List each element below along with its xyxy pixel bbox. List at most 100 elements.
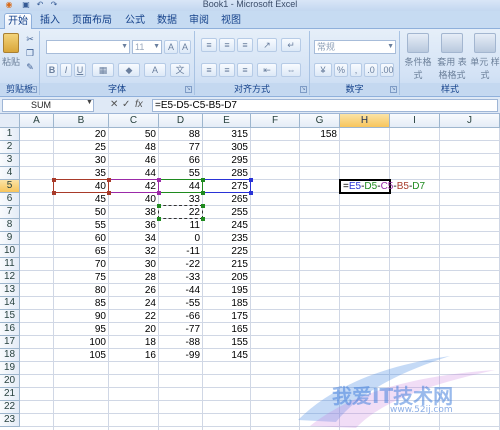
align-left-button[interactable]: ≡ xyxy=(201,63,217,77)
row-header-17[interactable]: 17 xyxy=(0,336,20,349)
cell-D15[interactable]: -66 xyxy=(159,310,203,323)
cell-D2[interactable]: 77 xyxy=(159,141,203,154)
cell-B2[interactable]: 25 xyxy=(54,141,109,154)
row-header-7[interactable]: 7 xyxy=(0,206,20,219)
cell-D16[interactable]: -77 xyxy=(159,323,203,336)
copy-icon[interactable]: ❐ xyxy=(24,47,36,59)
cut-icon[interactable]: ✂ xyxy=(24,33,36,45)
cell-E8[interactable]: 245 xyxy=(203,219,251,232)
cell-D12[interactable]: -33 xyxy=(159,271,203,284)
cell-B15[interactable]: 90 xyxy=(54,310,109,323)
cell-E3[interactable]: 295 xyxy=(203,154,251,167)
cell-B1[interactable]: 20 xyxy=(54,128,109,141)
column-header-H[interactable]: H xyxy=(340,114,390,128)
cell-B3[interactable]: 30 xyxy=(54,154,109,167)
cell-E6[interactable]: 265 xyxy=(203,193,251,206)
row-header-20[interactable]: 20 xyxy=(0,375,20,388)
cell-B5[interactable]: 40 xyxy=(54,180,109,193)
cell-D4[interactable]: 55 xyxy=(159,167,203,180)
name-box[interactable]: SUM xyxy=(2,99,94,112)
row-header-9[interactable]: 9 xyxy=(0,232,20,245)
column-header-J[interactable]: J xyxy=(440,114,500,128)
row-header-1[interactable]: 1 xyxy=(0,128,20,141)
cell-E13[interactable]: 195 xyxy=(203,284,251,297)
paste-button[interactable]: 粘贴 xyxy=(1,33,21,68)
cell-E12[interactable]: 205 xyxy=(203,271,251,284)
insert-function-icon[interactable]: fx xyxy=(135,99,143,112)
cell-E15[interactable]: 175 xyxy=(203,310,251,323)
cell-B9[interactable]: 60 xyxy=(54,232,109,245)
cell-C4[interactable]: 44 xyxy=(109,167,159,180)
align-right-button[interactable]: ≡ xyxy=(237,63,253,77)
align-top-button[interactable]: ≡ xyxy=(201,38,217,52)
column-header-A[interactable]: A xyxy=(20,114,54,128)
row-header-13[interactable]: 13 xyxy=(0,284,20,297)
currency-button[interactable]: ¥ xyxy=(314,63,332,77)
cancel-icon[interactable]: ✕ xyxy=(110,99,118,112)
align-bottom-button[interactable]: ≡ xyxy=(237,38,253,52)
row-header-4[interactable]: 4 xyxy=(0,167,20,180)
number-format-select[interactable]: 常规 ▼ xyxy=(314,40,396,54)
cell-D7[interactable]: 22 xyxy=(159,206,203,219)
enter-icon[interactable]: ✓ xyxy=(122,99,130,112)
cell-B17[interactable]: 100 xyxy=(54,336,109,349)
chevron-down-icon[interactable]: ▼ xyxy=(86,99,93,106)
row-header-3[interactable]: 3 xyxy=(0,154,20,167)
cell-D17[interactable]: -88 xyxy=(159,336,203,349)
align-middle-button[interactable]: ≡ xyxy=(219,38,235,52)
cell-G1[interactable]: 158 xyxy=(300,128,340,141)
row-header-2[interactable]: 2 xyxy=(0,141,20,154)
cell-C7[interactable]: 38 xyxy=(109,206,159,219)
conditional-format-button[interactable]: 条件格式 xyxy=(402,33,434,81)
ribbon-tab-2[interactable]: 页面布局 xyxy=(66,13,118,29)
row-header-6[interactable]: 6 xyxy=(0,193,20,206)
cell-B8[interactable]: 55 xyxy=(54,219,109,232)
cell-E2[interactable]: 305 xyxy=(203,141,251,154)
cell-C8[interactable]: 36 xyxy=(109,219,159,232)
cell-B13[interactable]: 80 xyxy=(54,284,109,297)
cell-D1[interactable]: 88 xyxy=(159,128,203,141)
cell-C2[interactable]: 48 xyxy=(109,141,159,154)
cell-B4[interactable]: 35 xyxy=(54,167,109,180)
row-header-18[interactable]: 18 xyxy=(0,349,20,362)
cell-C17[interactable]: 18 xyxy=(109,336,159,349)
row-header-15[interactable]: 15 xyxy=(0,310,20,323)
shrink-font-button[interactable]: A xyxy=(179,40,191,54)
merge-center-button[interactable]: ⇔ xyxy=(281,63,301,77)
cell-D18[interactable]: -99 xyxy=(159,349,203,362)
cell-B18[interactable]: 105 xyxy=(54,349,109,362)
row-header-11[interactable]: 11 xyxy=(0,258,20,271)
font-color-button[interactable]: A xyxy=(144,63,166,77)
cell-C15[interactable]: 22 xyxy=(109,310,159,323)
alignment-launcher-icon[interactable]: ↘ xyxy=(300,86,307,93)
cell-B6[interactable]: 45 xyxy=(54,193,109,206)
indent-button[interactable]: ⇤ xyxy=(257,63,277,77)
cell-E10[interactable]: 225 xyxy=(203,245,251,258)
number-launcher-icon[interactable]: ↘ xyxy=(390,86,397,93)
column-header-I[interactable]: I xyxy=(390,114,440,128)
cell-D3[interactable]: 66 xyxy=(159,154,203,167)
ribbon-tab-5[interactable]: 审阅 xyxy=(184,13,214,29)
cell-B14[interactable]: 85 xyxy=(54,297,109,310)
cell-B10[interactable]: 65 xyxy=(54,245,109,258)
cell-E11[interactable]: 215 xyxy=(203,258,251,271)
format-painter-icon[interactable]: ✎ xyxy=(24,61,36,73)
cell-E1[interactable]: 315 xyxy=(203,128,251,141)
ribbon-tab-3[interactable]: 公式 xyxy=(120,13,150,29)
ribbon-tab-4[interactable]: 数据 xyxy=(152,13,182,29)
decrease-decimal-button[interactable]: .00 xyxy=(380,63,394,77)
increase-decimal-button[interactable]: .0 xyxy=(364,63,378,77)
orientation-button[interactable]: ↗ xyxy=(257,38,277,52)
formula-input[interactable]: =E5-D5-C5-B5-D7 xyxy=(152,99,498,112)
cell-C14[interactable]: 24 xyxy=(109,297,159,310)
column-header-G[interactable]: G xyxy=(300,114,340,128)
column-header-D[interactable]: D xyxy=(159,114,203,128)
cell-C5[interactable]: 42 xyxy=(109,180,159,193)
row-header-16[interactable]: 16 xyxy=(0,323,20,336)
cell-B12[interactable]: 75 xyxy=(54,271,109,284)
wrap-text-button[interactable]: ↵ xyxy=(281,38,301,52)
cell-D11[interactable]: -22 xyxy=(159,258,203,271)
cell-E18[interactable]: 145 xyxy=(203,349,251,362)
font-name-select[interactable]: ▼ xyxy=(46,40,130,54)
cell-C9[interactable]: 34 xyxy=(109,232,159,245)
